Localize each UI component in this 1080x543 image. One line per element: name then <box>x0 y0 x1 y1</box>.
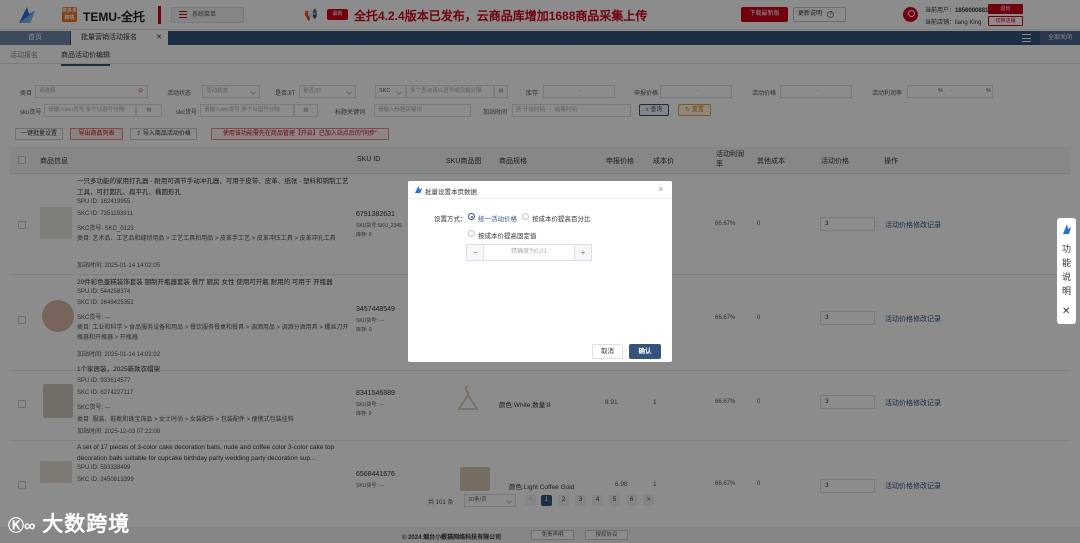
help-logo-icon <box>1063 224 1071 234</box>
confirm-button[interactable]: 确认 <box>629 344 661 359</box>
watermark-logo-icon: Ⓚ∞ <box>8 518 36 535</box>
radio-cost-percent-label[interactable]: 按成本价提高百分比 <box>532 213 591 223</box>
price-stepper: − 精确度为0.01 + <box>466 244 592 261</box>
watermark-text: 大数跨境 <box>42 513 131 536</box>
price-stepper-input[interactable]: 精确度为0.01 <box>484 245 574 260</box>
cancel-button[interactable]: 取消 <box>592 344 623 359</box>
radio-cost-percent[interactable] <box>522 213 529 220</box>
radio-unified-price-label[interactable]: 统一活动价格 <box>478 213 517 223</box>
close-help-icon[interactable]: ✕ <box>1062 306 1070 317</box>
increment-button[interactable]: + <box>574 245 591 260</box>
radio-cost-fixed-label[interactable]: 按成本价提高固定值 <box>478 230 537 240</box>
side-help-panel: 功能说明 ✕ <box>1057 218 1076 324</box>
close-icon[interactable]: × <box>658 184 663 194</box>
modal-title: 批量设置本页数据 <box>425 189 477 196</box>
decrement-button[interactable]: − <box>467 245 484 260</box>
batch-set-modal: 批量设置本页数据 × 设置方式： 统一活动价格 按成本价提高百分比 按成本价提高… <box>408 181 672 362</box>
mode-label: 设置方式： <box>434 216 467 223</box>
radio-cost-fixed[interactable] <box>468 230 475 237</box>
watermark: Ⓚ∞ 大数跨境 <box>8 508 130 538</box>
feature-guide-link[interactable]: 功能说明 <box>1062 242 1072 298</box>
modal-divider <box>408 198 672 199</box>
modal-logo-icon <box>414 185 423 194</box>
radio-unified-price[interactable] <box>468 213 475 220</box>
